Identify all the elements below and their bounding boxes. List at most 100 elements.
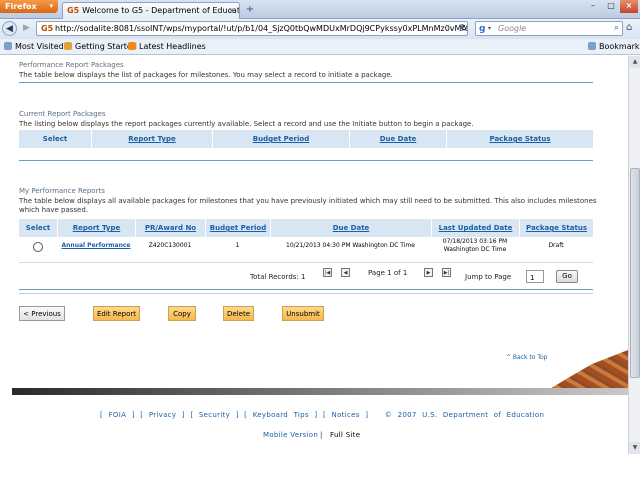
next-page-icon[interactable]: ▶ — [424, 268, 433, 277]
maximize-icon[interactable]: □ — [602, 0, 620, 13]
current-packages-table-header: Select Report Type Budget Period Due Dat… — [19, 130, 593, 148]
engine-dropdown-icon[interactable]: ▾ — [488, 25, 491, 32]
url-bar[interactable]: G5 http://sodalite:8081/ssoINT/wps/mypor… — [36, 21, 468, 36]
jump-to-page-input[interactable] — [526, 270, 544, 283]
reload-icon[interactable]: ↻ — [457, 22, 471, 36]
bookmark-label: Latest Headlines — [139, 42, 206, 51]
bookmark-getting-started[interactable]: Getting Started — [64, 42, 137, 51]
back-icon[interactable]: ◀ — [2, 21, 17, 36]
navigation-toolbar: ◀ ▶ G5 http://sodalite:8081/ssoINT/wps/m… — [0, 19, 640, 39]
bookmarks-menu-icon — [588, 42, 596, 50]
my-reports-section-title: My Performance Reports — [19, 187, 105, 195]
col-report-type[interactable]: Report Type — [57, 219, 135, 237]
bookmark-most-visited[interactable]: Most Visited — [4, 42, 64, 51]
section-divider — [19, 160, 593, 161]
col-report-type[interactable]: Report Type — [91, 130, 212, 148]
search-box[interactable]: g ▾ Google ⌕ — [475, 21, 623, 36]
foia-link[interactable]: FOIA — [109, 411, 127, 419]
last-updated-tz: Washington DC Time — [443, 246, 507, 253]
close-window-icon[interactable]: × — [620, 0, 638, 13]
search-placeholder: Google — [498, 24, 527, 33]
my-reports-table-header: Select Report Type PR/Award No Budget Pe… — [19, 219, 593, 237]
col-award-no[interactable]: PR/Award No — [135, 219, 205, 237]
report-type-link[interactable]: Annual Performance — [57, 242, 135, 250]
bookmark-latest-headlines[interactable]: Latest Headlines — [128, 42, 206, 51]
edit-report-button[interactable]: Edit Report — [93, 306, 140, 321]
site-identity-icon: G5 — [41, 24, 54, 33]
footer-divider-bar — [12, 388, 628, 395]
my-reports-section-description: The table below displays all available p… — [19, 197, 597, 214]
full-site-label: Full Site — [330, 431, 361, 439]
scroll-down-icon[interactable]: ▼ — [629, 442, 640, 454]
google-icon[interactable]: g — [479, 24, 485, 34]
bookmarks-toolbar: Most Visited Getting Started Latest Head… — [0, 39, 640, 55]
rss-feed-icon — [128, 42, 136, 50]
bookmark-folder-icon — [4, 42, 12, 50]
report-type-link-text[interactable]: Annual Performance — [62, 242, 131, 249]
section-divider — [19, 289, 593, 290]
home-icon[interactable]: ⌂ — [626, 22, 632, 33]
notices-link[interactable]: Notices — [332, 411, 360, 419]
unsubmit-button[interactable]: Unsubmit — [282, 306, 324, 321]
bookmark-page-icon — [64, 42, 72, 50]
total-records: Total Records: 1 — [250, 273, 306, 281]
bookmark-star-icon[interactable]: ☆ — [445, 23, 453, 33]
jump-to-page-label: Jump to Page — [465, 273, 512, 281]
col-due-date[interactable]: Due Date — [349, 130, 446, 148]
chevron-down-icon: ▾ — [49, 2, 53, 10]
first-page-icon[interactable]: |◀ — [323, 268, 332, 277]
tab-g5-welcome[interactable]: G5 Welcome to G5 - Department of Educati.… — [62, 2, 240, 19]
back-to-top-link[interactable]: ^ Back to Top — [506, 354, 547, 361]
version-separator: | — [320, 431, 323, 439]
close-tab-icon[interactable]: × — [228, 6, 235, 15]
current-section-title: Current Report Packages — [19, 110, 106, 118]
col-select: Select — [42, 135, 68, 143]
col-due-date[interactable]: Due Date — [270, 219, 431, 237]
bookmark-label: Most Visited — [15, 42, 64, 51]
delete-button[interactable]: Delete — [223, 306, 254, 321]
privacy-link[interactable]: Privacy — [149, 411, 176, 419]
col-budget-period[interactable]: Budget Period — [212, 130, 349, 148]
award-no-cell: Z420C130001 — [148, 242, 192, 249]
minimize-icon[interactable]: – — [584, 0, 602, 13]
prev-page-icon[interactable]: ◀ — [341, 268, 350, 277]
mobile-version-link[interactable]: Mobile Version — [263, 431, 318, 439]
search-icon[interactable]: ⌕ — [614, 23, 619, 33]
scrollbar-thumb[interactable] — [630, 168, 640, 378]
last-updated-date: 07/18/2013 03:16 PM — [442, 238, 508, 245]
col-budget-period[interactable]: Budget Period — [205, 219, 270, 237]
previous-button[interactable]: < Previous — [19, 306, 65, 321]
performance-section-description: The table below displays the list of pac… — [19, 71, 393, 79]
budget-period-cell: 1 — [235, 242, 240, 249]
scroll-up-icon[interactable]: ▲ — [629, 56, 640, 68]
go-button[interactable]: Go — [556, 270, 578, 283]
tab-title: Welcome to G5 - Department of Educati... — [82, 6, 240, 15]
footer-links: [ FOIA ] [ Privacy ] [ Security ] [ Keyb… — [100, 411, 545, 419]
row-select-radio[interactable] — [33, 242, 43, 252]
bookmarks-menu-label: Bookmarks — [599, 42, 640, 51]
col-package-status[interactable]: Package Status — [519, 219, 593, 237]
section-divider — [19, 82, 593, 83]
last-page-icon[interactable]: ▶| — [442, 268, 451, 277]
footer-decorative-image — [548, 350, 628, 390]
col-last-updated[interactable]: Last Updated Date — [431, 219, 519, 237]
section-divider — [19, 293, 593, 294]
bookmarks-menu[interactable]: Bookmarks — [588, 42, 640, 51]
g5-favicon-icon: G5 — [67, 6, 80, 15]
page-content: Performance Report Packages The table be… — [0, 56, 628, 454]
keyboard-tips-link[interactable]: Keyboard Tips — [253, 411, 309, 419]
forward-icon[interactable]: ▶ — [19, 21, 34, 36]
vertical-scrollbar[interactable]: ▲ ▼ — [628, 56, 640, 454]
due-date-cell: 10/21/2013 04:30 PM Washington DC Time — [286, 242, 415, 249]
firefox-menu-label: Firefox — [5, 2, 37, 11]
page-indicator: Page 1 of 1 — [368, 269, 408, 277]
row-divider — [19, 262, 593, 263]
copy-button[interactable]: Copy — [168, 306, 196, 321]
col-package-status[interactable]: Package Status — [446, 130, 593, 148]
firefox-menu-button[interactable]: Firefox ▾ — [0, 0, 58, 13]
security-link[interactable]: Security — [199, 411, 230, 419]
status-cell: Draft — [548, 242, 564, 249]
browser-titlebar: Firefox ▾ G5 Welcome to G5 - Department of… — [0, 0, 640, 19]
copyright-text: © 2007 U.S. Department of Education — [384, 411, 545, 419]
new-tab-icon[interactable]: + — [244, 4, 256, 16]
